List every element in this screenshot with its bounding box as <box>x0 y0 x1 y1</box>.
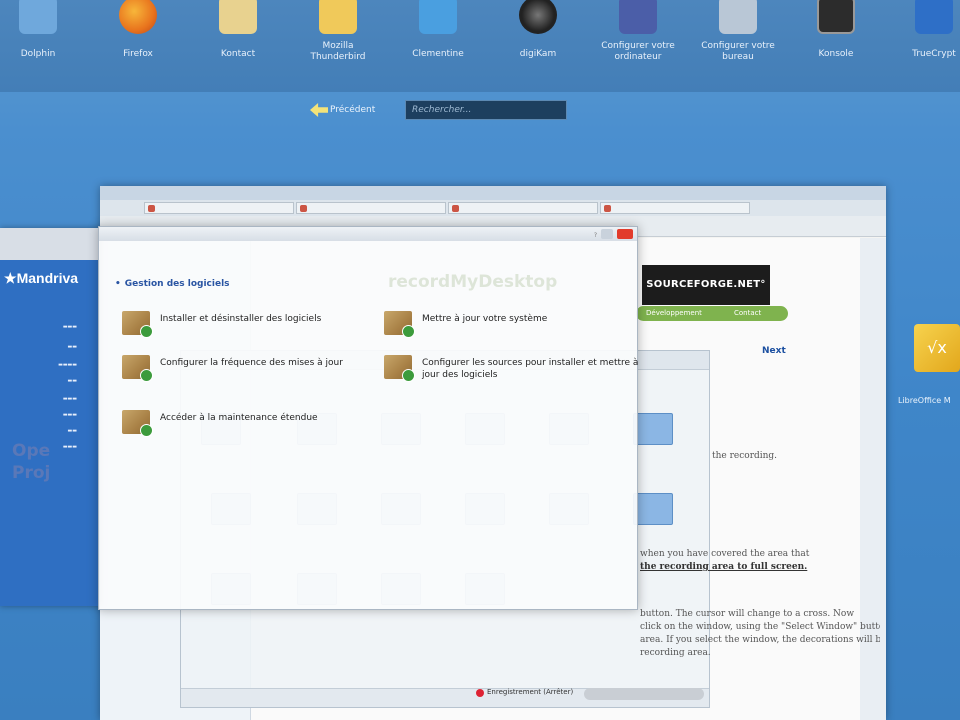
launcher-truecrypt[interactable]: TrueCrypt <box>884 0 960 60</box>
cc-category[interactable]: ▬▬▬ <box>2 412 77 418</box>
page-text: area. If you select the window, the deco… <box>640 635 880 645</box>
mail-icon <box>319 0 357 34</box>
terminal-icon <box>817 0 855 34</box>
favicon-icon <box>452 205 459 212</box>
stop-recording-button[interactable]: Enregistrement (Arrêter) <box>476 688 573 697</box>
page-text: recording area. <box>640 648 711 658</box>
cc-category[interactable]: ▬▬ <box>2 344 77 350</box>
back-arrow-icon <box>310 103 328 117</box>
help-icon[interactable]: ? <box>594 229 597 243</box>
control-center-icon <box>619 0 657 34</box>
software-sources-option[interactable]: Configurer les sources pour installer et… <box>384 355 642 382</box>
cc-category[interactable]: ▬▬ <box>2 428 77 434</box>
package-clock-icon <box>122 355 153 382</box>
cc-category[interactable]: ▬▬ <box>2 378 77 384</box>
page-scroll-area[interactable] <box>860 238 886 720</box>
key-icon <box>915 0 953 34</box>
page-text: the recording. <box>712 451 778 461</box>
package-icon <box>122 311 153 338</box>
firefox-icon <box>119 0 157 34</box>
extended-maintenance-option[interactable]: Accéder à la maintenance étendue <box>122 410 318 437</box>
nav-development[interactable]: Développement <box>646 306 702 321</box>
browser-tab[interactable] <box>296 202 446 214</box>
dialog-titlebar: ? <box>99 227 637 241</box>
desktop-settings-icon <box>719 0 757 34</box>
install-remove-software-option[interactable]: Installer et désinstaller des logiciels <box>122 311 321 338</box>
watermark-logo: recordMyDesktop <box>388 272 558 292</box>
minimize-button[interactable] <box>601 229 613 239</box>
previous-button[interactable]: Précédent <box>308 101 375 119</box>
page-text: button. The cursor will change to a cros… <box>640 609 855 619</box>
libreoffice-math-icon[interactable]: √x <box>914 324 960 372</box>
launcher-firefox[interactable]: Firefox <box>88 0 188 60</box>
page-text: when you have covered the area that <box>640 549 810 559</box>
favicon-icon <box>148 205 155 212</box>
tab-bar <box>100 200 886 216</box>
camera-lens-icon <box>519 0 557 34</box>
mandriva-logo: ★Mandriva <box>4 270 79 286</box>
sourceforge-logo: SOURCEFORGE.NET° <box>642 265 770 305</box>
browser-tab[interactable] <box>448 202 598 214</box>
cc-category[interactable]: ▬▬▬▬ <box>2 362 77 368</box>
update-frequency-option[interactable]: Configurer la fréquence des mises à jour <box>122 355 350 382</box>
contact-icon <box>219 0 257 34</box>
cc-category[interactable]: ▬▬▬ <box>2 396 77 402</box>
launcher-configure-desktop[interactable]: Configurer votre bureau <box>688 0 788 63</box>
update-system-option[interactable]: Mettre à jour votre système <box>384 311 547 338</box>
package-maintenance-icon <box>122 410 153 437</box>
launcher-thunderbird[interactable]: Mozilla Thunderbird <box>288 0 388 63</box>
desktop-icon-label: LibreOffice M <box>898 396 951 405</box>
launcher-configure-computer[interactable]: Configurer votre ordinateur <box>588 0 688 63</box>
app-launcher-bar: Dolphin Firefox Kontact Mozilla Thunderbi… <box>0 0 960 92</box>
launcher-digikam[interactable]: digiKam <box>488 0 588 60</box>
window-titlebar <box>100 186 886 200</box>
launcher-search-input[interactable] <box>405 100 567 120</box>
launcher-kontact[interactable]: Kontact <box>188 0 288 60</box>
page-text: click on the window, using the "Select W… <box>640 622 880 632</box>
page-text: the recording area to full screen. <box>640 561 807 574</box>
background-text: Ope Proj <box>12 441 51 483</box>
control-center-menubar <box>0 228 100 260</box>
launcher-clementine[interactable]: Clementine <box>388 0 488 60</box>
package-sources-icon <box>384 355 415 382</box>
close-button[interactable] <box>617 229 633 239</box>
folder-icon[interactable] <box>633 413 673 445</box>
section-title: Gestion des logiciels <box>115 279 230 289</box>
cc-category[interactable]: ▬▬▬ <box>2 324 77 330</box>
media-player-icon <box>419 0 457 34</box>
launcher-konsole[interactable]: Konsole <box>786 0 886 60</box>
site-nav-bar: Développement Contact <box>636 306 788 321</box>
folder-icon[interactable] <box>633 493 673 525</box>
nav-contact[interactable]: Contact <box>734 306 761 321</box>
browser-tab[interactable] <box>600 202 750 214</box>
package-update-icon <box>384 311 415 338</box>
page-text-emphasis: the recording area to full screen. <box>640 562 808 572</box>
next-link[interactable]: Next <box>762 346 786 356</box>
progress-bar <box>584 688 704 700</box>
browser-tab[interactable] <box>144 202 294 214</box>
launcher-dolphin[interactable]: Dolphin <box>0 0 88 60</box>
favicon-icon <box>604 205 611 212</box>
folder-icon <box>19 0 57 34</box>
favicon-icon <box>300 205 307 212</box>
